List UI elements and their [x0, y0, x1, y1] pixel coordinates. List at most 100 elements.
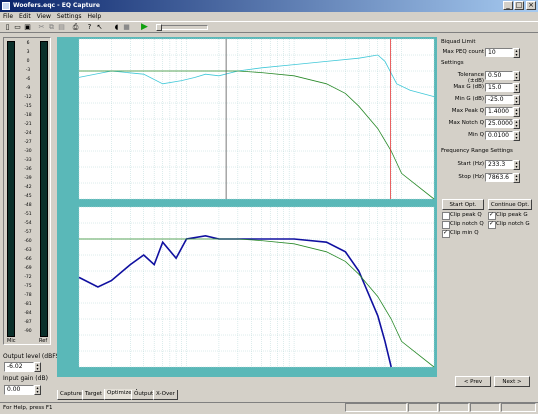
meter-tick: -36	[24, 167, 32, 172]
input-gain-spinner[interactable]: ▴ ▾	[34, 385, 41, 395]
setting-spinner[interactable]: ▴ ▾	[513, 83, 520, 93]
setting-spinner[interactable]: ▴ ▾	[513, 131, 520, 141]
print-icon[interactable]: ⎙	[71, 23, 80, 32]
meter-tick: -30	[24, 149, 32, 154]
setting-spinner[interactable]: ▴ ▾	[513, 119, 520, 129]
window-title: Woofers.eqc - EQ Capture	[13, 2, 100, 9]
meter-tick: -51	[24, 212, 32, 217]
setting-spinner[interactable]: ▴ ▾	[513, 95, 520, 105]
output-level-spinner[interactable]: ▴ ▾	[34, 362, 41, 372]
stop-freq-field[interactable]: 7863.6	[485, 173, 513, 182]
mic-label: Mic	[7, 338, 16, 344]
clip-checkbox[interactable]: Clip notch G	[488, 220, 530, 229]
menu-edit[interactable]: Edit	[16, 12, 34, 21]
meter-tick: -15	[24, 104, 32, 109]
clip-checkbox[interactable]: Clip min Q	[442, 229, 479, 238]
graph-panel	[57, 37, 437, 377]
output-level-label: Output level (dBFS)	[3, 353, 62, 360]
top-series-line	[79, 70, 435, 200]
setting-field[interactable]: 0.0100	[485, 131, 513, 140]
ref-label: Ref	[39, 338, 48, 344]
bottom-series-line	[78, 234, 392, 368]
meter-tick: 6	[26, 41, 30, 46]
speaker-icon[interactable]: ◖	[112, 23, 121, 32]
menu-bar: File Edit View Settings Help	[0, 12, 538, 21]
start-opt-button[interactable]: Start Opt.	[442, 199, 484, 210]
ref-meter-bar	[40, 41, 48, 337]
meter-tick: -81	[24, 302, 32, 307]
setting-spinner[interactable]: ▴ ▾	[513, 107, 520, 117]
setting-label: Max G (dB)	[453, 84, 484, 90]
menu-settings[interactable]: Settings	[54, 12, 85, 21]
prev-button[interactable]: < Prev	[455, 376, 491, 387]
new-icon[interactable]: ▯	[3, 23, 12, 32]
cut-icon[interactable]: ✂	[37, 23, 46, 32]
save-icon[interactable]: ▣	[23, 23, 32, 32]
meter-tick: -87	[24, 320, 32, 325]
input-gain-field[interactable]: 0.00	[4, 385, 34, 395]
setting-spinner[interactable]: ▴ ▾	[513, 71, 520, 81]
setting-field[interactable]: -25.0	[485, 95, 513, 104]
setting-field[interactable]: 0.50	[485, 71, 513, 80]
max-peq-spinner[interactable]: ▴ ▾	[513, 48, 520, 58]
meter-tick: 3	[26, 50, 30, 55]
response-charts[interactable]	[57, 37, 437, 377]
menu-view[interactable]: View	[34, 12, 54, 21]
close-button[interactable]: ×	[526, 1, 536, 10]
meter-tick: -21	[24, 122, 32, 127]
bottom-series-line	[79, 238, 435, 368]
meter-tick: -60	[24, 239, 32, 244]
menu-help[interactable]: Help	[85, 12, 105, 21]
copy-icon[interactable]: ⧉	[47, 23, 56, 32]
max-peq-field[interactable]: 10	[485, 48, 513, 57]
meter-tick: -57	[24, 230, 32, 235]
setting-field[interactable]: 15.0	[485, 83, 513, 92]
stop-freq-label: Stop (Hz)	[458, 174, 484, 180]
setting-field[interactable]: 25.0000	[485, 119, 513, 128]
meter-scale: 6 3 0 -3 -6 -9 -12 -15 -18 -21 -24 -27 -30 -33 -36 -39 -…	[17, 41, 39, 337]
meter-tick: -24	[24, 131, 32, 136]
meter-tick: -18	[24, 113, 32, 118]
help-icon[interactable]: ?	[85, 23, 94, 32]
clip-checkbox[interactable]: Clip peak Q	[442, 212, 482, 220]
paste-icon[interactable]: ▤	[57, 23, 66, 32]
start-freq-spinner[interactable]: ▴ ▾	[513, 160, 520, 170]
status-cell	[470, 403, 500, 412]
status-cell	[439, 403, 469, 412]
clip-checkbox[interactable]: Clip peak G	[488, 211, 528, 220]
slider-thumb[interactable]	[156, 24, 162, 31]
record-icon[interactable]: ■	[122, 23, 131, 32]
meter-tick: -78	[24, 293, 32, 298]
meter-tick: -42	[24, 185, 32, 190]
setting-field[interactable]: 1.4000	[485, 107, 513, 116]
setting-label: Min Q	[468, 132, 484, 138]
stop-freq-spinner[interactable]: ▴ ▾	[513, 173, 520, 183]
clip-checkbox[interactable]: Clip notch Q	[442, 221, 484, 229]
output-level-field[interactable]: -6.02	[4, 362, 34, 372]
maximize-button[interactable]: □	[514, 1, 524, 10]
input-gain-label: Input gain (dB)	[3, 375, 48, 382]
tab-xover[interactable]: X-Over	[153, 390, 178, 400]
next-button[interactable]: Next >	[494, 376, 530, 387]
meter-tick: -48	[24, 203, 32, 208]
meter-tick: -69	[24, 266, 32, 271]
settings-panel: Biquad Limit Max PEQ count 10 ▴ ▾ Setting…	[441, 37, 533, 197]
setting-label: Max Notch Q	[448, 120, 484, 126]
continue-opt-button[interactable]: Continue Opt.	[488, 199, 532, 210]
level-meter: 6 3 0 -3 -6 -9 -12 -15 -18 -21 -24 -27 -30 -33 -36 -39 -…	[3, 37, 51, 345]
start-freq-field[interactable]: 233.3	[485, 160, 513, 169]
tab-capture[interactable]: Capture	[57, 390, 85, 400]
context-help-icon[interactable]: ↖	[95, 23, 104, 32]
meter-tick: -6	[25, 77, 31, 82]
open-icon[interactable]: ▭	[13, 23, 22, 32]
status-cell	[345, 403, 407, 412]
meter-tick: -39	[24, 176, 32, 181]
start-freq-label: Start (Hz)	[457, 161, 485, 167]
menu-file[interactable]: File	[0, 12, 16, 21]
tab-target[interactable]: Target	[82, 390, 106, 400]
minimize-button[interactable]: _	[503, 1, 513, 10]
progress-track	[156, 25, 208, 30]
status-text: For Help, press F1	[3, 405, 53, 411]
meter-tick: -75	[24, 284, 32, 289]
play-icon[interactable]: ▶	[140, 23, 149, 32]
